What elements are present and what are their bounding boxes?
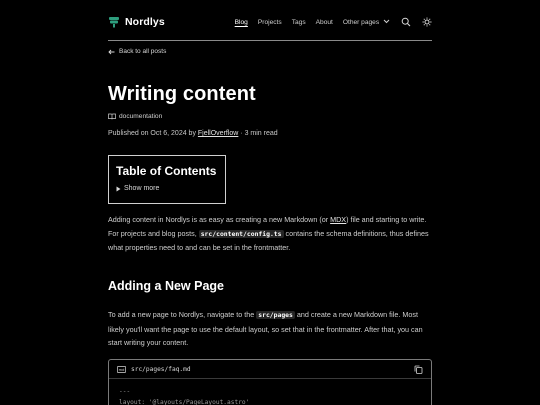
markdown-file-icon: md: [117, 365, 126, 373]
code-line: layout: '@layouts/PageLayout.astro': [119, 399, 250, 405]
triangle-right-icon: [116, 186, 121, 191]
page-title: Writing content: [108, 83, 256, 105]
nav-other-pages-label: Other pages: [342, 18, 380, 26]
code-block-header: md src/pages/faq.md: [109, 360, 431, 379]
intro-paragraph: Adding content in Nordlys is as easy as …: [108, 213, 432, 255]
back-link-label: Back to all posts: [119, 48, 167, 55]
pine-tree-icon: [109, 17, 119, 28]
search-button[interactable]: [400, 17, 411, 28]
code-line: ---: [119, 388, 131, 395]
published-date: Published on Oct 6, 2024 by: [108, 130, 198, 137]
nav-projects[interactable]: Projects: [258, 19, 282, 26]
toc-toggle-label: Show more: [124, 185, 160, 192]
mdx-link[interactable]: MDX: [330, 215, 346, 224]
markdown-badge-text: md: [119, 368, 125, 372]
nav-blog[interactable]: Blog: [235, 19, 248, 26]
brand-name: Nordlys: [125, 16, 165, 28]
nav-other-pages[interactable]: Other pages: [343, 19, 390, 26]
read-time: · 3 min read: [238, 130, 278, 137]
post-tag-label: documentation: [119, 113, 163, 120]
site-header: Nordlys Blog Projects Tags About Other p…: [108, 12, 432, 32]
code-filename: src/pages/faq.md: [131, 365, 191, 373]
code-block: md src/pages/faq.md --- layout: '@layout…: [108, 359, 432, 405]
arrow-left-icon: [108, 49, 115, 54]
inline-code-config: src/content/config.ts: [198, 229, 284, 238]
toc-title: Table of Contents: [116, 164, 217, 178]
inline-code-pages: src/pages: [256, 311, 295, 319]
theme-toggle-button[interactable]: [421, 17, 432, 28]
header-divider: [108, 40, 432, 41]
nav-tags[interactable]: Tags: [292, 19, 306, 26]
toc-toggle[interactable]: Show more: [116, 185, 218, 192]
intro-text-1: Adding content in Nordlys is as easy as …: [108, 215, 331, 224]
brand-logo[interactable]: Nordlys: [108, 16, 165, 28]
back-to-posts-link[interactable]: Back to all posts: [108, 48, 166, 55]
section-paragraph: To add a new page to Nordlys, navigate t…: [108, 308, 432, 350]
code-content: --- layout: '@layouts/PageLayout.astro': [109, 379, 431, 405]
post-meta: Published on Oct 6, 2024 by FjellOverflo…: [108, 130, 278, 137]
book-icon: [108, 113, 116, 120]
search-icon: [401, 17, 410, 27]
section-text-1: To add a new page to Nordlys, navigate t…: [108, 310, 257, 319]
chevron-down-icon: [383, 19, 390, 23]
post-tag[interactable]: documentation: [108, 113, 162, 120]
author-link[interactable]: FjellOverflow: [198, 130, 238, 137]
main-nav: Blog Projects Tags About Other pages: [235, 17, 432, 28]
table-of-contents: Table of Contents Show more: [108, 155, 226, 204]
section-heading-adding-page: Adding a New Page: [108, 279, 224, 293]
sun-icon: [422, 17, 431, 27]
copy-icon[interactable]: [414, 365, 423, 374]
nav-about[interactable]: About: [316, 19, 333, 26]
